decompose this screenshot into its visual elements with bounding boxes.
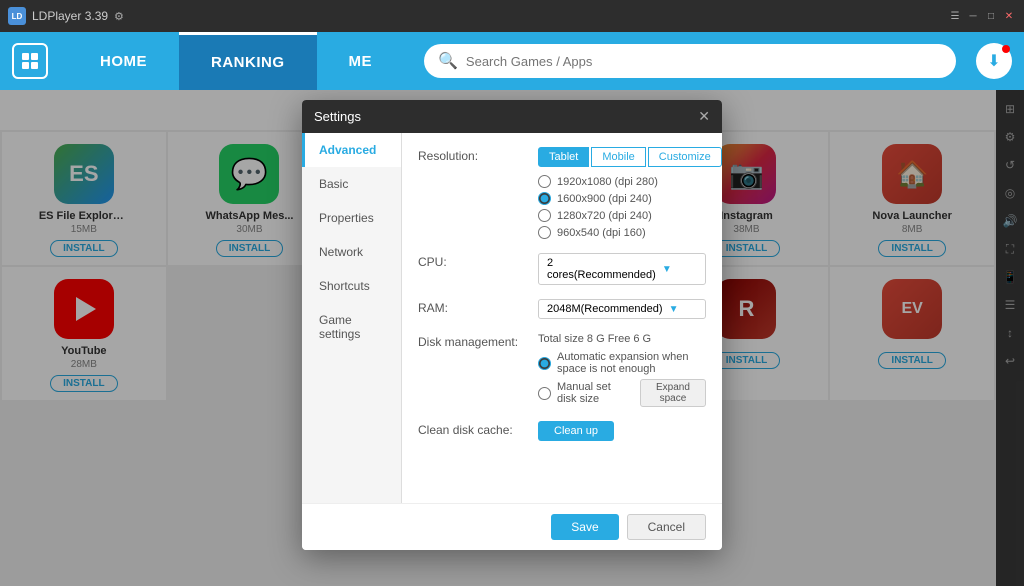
disk-auto-expand[interactable]: Automatic expansion when space is not en…	[538, 351, 706, 375]
cancel-btn[interactable]: Cancel	[627, 514, 706, 540]
res-option-1280[interactable]: 1280x720 (dpi 240)	[538, 209, 722, 222]
ram-row: RAM: 2048M(Recommended) ▼	[418, 299, 706, 319]
disk-label: Disk management:	[418, 333, 528, 349]
window-controls: ☰ ─ □ ✕	[948, 9, 1016, 23]
res-option-1920[interactable]: 1920x1080 (dpi 280)	[538, 175, 722, 188]
res-option-960[interactable]: 960x540 (dpi 160)	[538, 226, 722, 239]
settings-sidebar-network[interactable]: Network	[302, 235, 401, 269]
download-btn[interactable]: ⬇	[976, 43, 1012, 79]
title-bar-left: LD LDPlayer 3.39 ⚙	[8, 7, 124, 25]
resolution-row: Resolution: Tablet Mobile Customize 1920	[418, 147, 706, 239]
search-icon: 🔍	[438, 51, 458, 71]
res-tab-mobile[interactable]: Mobile	[591, 147, 645, 167]
ram-value: 2048M(Recommended)	[547, 303, 663, 315]
settings-dialog: Settings ✕ Advanced Basic Properties Net…	[302, 100, 722, 550]
res-option-1600-label: 1600x900 (dpi 240)	[557, 193, 652, 205]
res-tab-customize[interactable]: Customize	[648, 147, 722, 167]
nav-tab-me[interactable]: ME	[317, 32, 405, 90]
disk-options: Automatic expansion when space is not en…	[538, 351, 706, 407]
clean-controls: Clean up	[538, 421, 706, 441]
cpu-row: CPU: 2 cores(Recommended) ▼	[418, 253, 706, 285]
ram-controls: 2048M(Recommended) ▼	[538, 299, 706, 319]
resolution-label: Resolution:	[418, 147, 528, 163]
settings-sidebar-game-settings[interactable]: Game settings	[302, 303, 401, 351]
modal-overlay: Settings ✕ Advanced Basic Properties Net…	[0, 90, 1024, 586]
cpu-label: CPU:	[418, 253, 528, 269]
nav-logo[interactable]	[12, 43, 48, 79]
nav-bar: HOME RANKING ME 🔍 ⬇	[0, 32, 1024, 90]
disk-info: Total size 8 G Free 6 G	[538, 333, 706, 345]
disk-auto-label: Automatic expansion when space is not en…	[557, 351, 706, 375]
nav-tab-home[interactable]: HOME	[68, 32, 179, 90]
minimize-btn[interactable]: ─	[966, 9, 980, 23]
search-input[interactable]	[466, 54, 942, 69]
disk-manual[interactable]: Manual set disk size Expand space	[538, 379, 706, 407]
ram-dropdown[interactable]: 2048M(Recommended) ▼	[538, 299, 706, 319]
cpu-controls: 2 cores(Recommended) ▼	[538, 253, 706, 285]
res-tab-tablet[interactable]: Tablet	[538, 147, 589, 167]
cpu-dropdown[interactable]: 2 cores(Recommended) ▼	[538, 253, 706, 285]
settings-title-bar: Settings ✕	[302, 100, 722, 133]
ram-dropdown-arrow: ▼	[669, 304, 697, 315]
main-content: TOP GAMES TOP APPS ES ES File Explorer..…	[0, 90, 1024, 586]
title-bar: LD LDPlayer 3.39 ⚙ ☰ ─ □ ✕	[0, 0, 1024, 32]
settings-footer: Save Cancel	[302, 503, 722, 550]
save-btn[interactable]: Save	[551, 514, 618, 540]
resolution-tabs: Tablet Mobile Customize	[538, 147, 722, 167]
settings-sidebar: Advanced Basic Properties Network Shortc…	[302, 133, 402, 503]
download-icon: ⬇	[987, 51, 1000, 71]
settings-sidebar-shortcuts[interactable]: Shortcuts	[302, 269, 401, 303]
settings-sidebar-advanced[interactable]: Advanced	[302, 133, 401, 167]
disk-manual-label: Manual set disk size	[557, 381, 626, 405]
app-title: LDPlayer 3.39	[32, 9, 108, 23]
resolution-options: 1920x1080 (dpi 280) 1600x900 (dpi 240) 1…	[538, 175, 722, 239]
settings-sidebar-properties[interactable]: Properties	[302, 201, 401, 235]
clean-row: Clean disk cache: Clean up	[418, 421, 706, 441]
settings-title: Settings	[314, 109, 361, 124]
app-logo: LD	[8, 7, 26, 25]
expand-space-btn[interactable]: Expand space	[640, 379, 706, 407]
close-btn[interactable]: ✕	[1002, 9, 1016, 23]
notification-dot	[1002, 45, 1010, 53]
resolution-controls: Tablet Mobile Customize 1920x1080 (dpi 2…	[538, 147, 722, 239]
nav-logo-icon	[20, 51, 40, 71]
clean-label: Clean disk cache:	[418, 421, 528, 437]
settings-sidebar-basic[interactable]: Basic	[302, 167, 401, 201]
disk-controls: Total size 8 G Free 6 G Automatic expans…	[538, 333, 706, 407]
title-icon: ⚙	[114, 10, 124, 23]
settings-close-btn[interactable]: ✕	[698, 108, 710, 125]
search-box: 🔍	[424, 44, 956, 78]
hamburger-btn[interactable]: ☰	[948, 9, 962, 23]
ram-label: RAM:	[418, 299, 528, 315]
maximize-btn[interactable]: □	[984, 9, 998, 23]
res-option-1600[interactable]: 1600x900 (dpi 240)	[538, 192, 722, 205]
settings-body: Advanced Basic Properties Network Shortc…	[302, 133, 722, 503]
settings-content: Resolution: Tablet Mobile Customize 1920	[402, 133, 722, 503]
cpu-dropdown-arrow: ▼	[662, 264, 697, 275]
cpu-value: 2 cores(Recommended)	[547, 257, 656, 281]
res-option-1280-label: 1280x720 (dpi 240)	[557, 210, 652, 222]
disk-row: Disk management: Total size 8 G Free 6 G…	[418, 333, 706, 407]
nav-tab-ranking[interactable]: RANKING	[179, 32, 317, 90]
res-option-960-label: 960x540 (dpi 160)	[557, 227, 646, 239]
res-option-1920-label: 1920x1080 (dpi 280)	[557, 176, 658, 188]
cleanup-btn[interactable]: Clean up	[538, 421, 614, 441]
